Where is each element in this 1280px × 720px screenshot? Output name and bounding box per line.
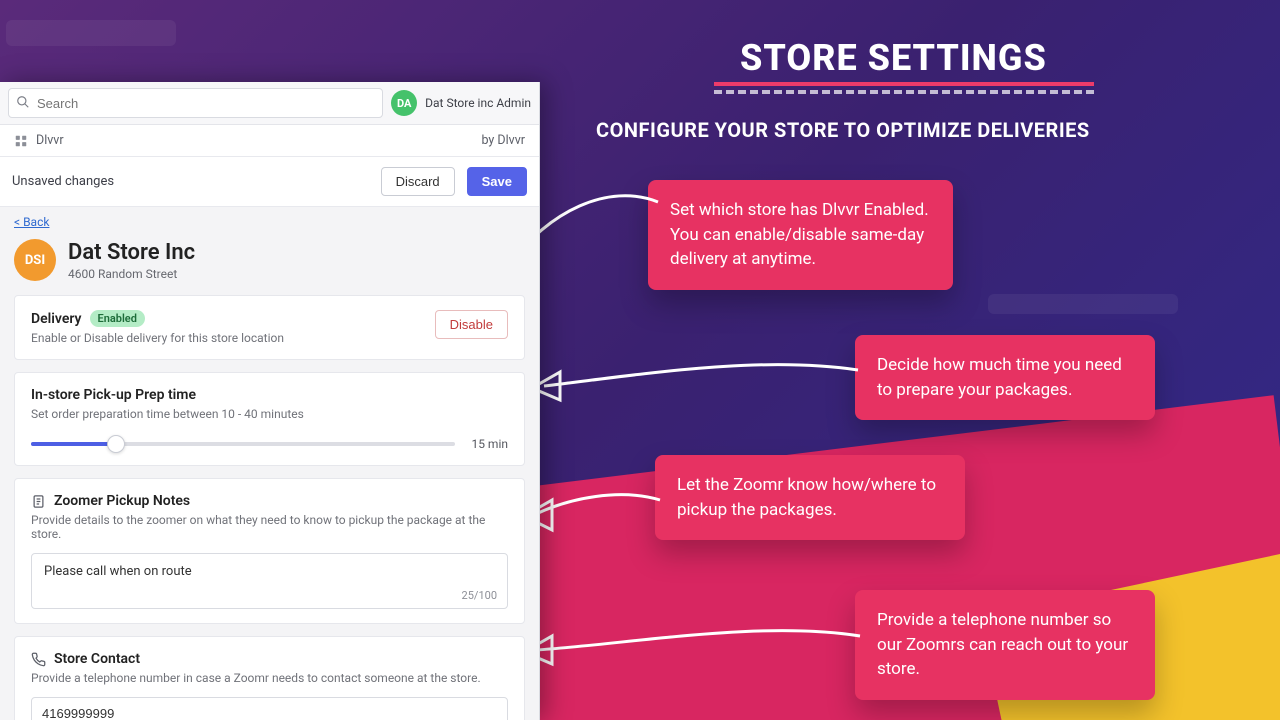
search-box [8,88,383,118]
app-title-row: Dlvvr by Dlvvr [0,125,539,157]
pickup-notes-card: Zoomer Pickup Notes Provide details to t… [14,478,525,624]
store-header: DSI Dat Store Inc 4600 Random Street [0,229,539,295]
decorative-skeleton-bar [6,20,176,46]
decorative-skeleton-bar [988,294,1178,314]
pickup-notes-input[interactable]: Please call when on route 25/100 [31,553,508,609]
delivery-status-badge: Enabled [90,310,145,327]
callout-prep-time: Decide how much time you need to prepare… [855,335,1155,420]
app-name: Dlvvr [36,133,64,148]
app-icon [14,134,28,148]
prep-time-card: In-store Pick-up Prep time Set order pre… [14,372,525,466]
account-avatar[interactable]: DA [391,90,417,116]
unsaved-label: Unsaved changes [12,174,114,189]
notes-title: Zoomer Pickup Notes [54,493,190,509]
app-byline: by Dlvvr [481,133,525,148]
discard-button[interactable]: Discard [381,167,455,196]
topbar: DA Dat Store inc Admin [0,82,539,125]
notes-desc: Provide details to the zoomer on what th… [31,513,508,541]
store-contact-card: Store Contact Provide a telephone number… [14,636,525,720]
pickup-notes-value: Please call when on route [44,564,192,579]
slider-thumb[interactable] [107,435,125,453]
admin-panel: DA Dat Store inc Admin Dlvvr by Dlvvr Un… [0,82,540,720]
store-address: 4600 Random Street [68,267,195,281]
prep-time-readout: 15 min [471,437,508,451]
store-phone-input[interactable] [31,697,508,720]
hero-subtitle: CONFIGURE YOUR STORE TO OPTIMIZE DELIVER… [596,118,1090,142]
slider-fill [31,442,116,446]
callout-store-contact: Provide a telephone number so our Zoomrs… [855,590,1155,700]
search-input[interactable] [8,88,383,118]
contact-title: Store Contact [54,651,140,667]
note-icon [31,494,46,509]
delivery-desc: Enable or Disable delivery for this stor… [31,331,284,345]
delivery-card: Delivery Enabled Enable or Disable deliv… [14,295,525,360]
contact-desc: Provide a telephone number in case a Zoo… [31,671,508,685]
hero-underline-dashed [714,90,1094,94]
prep-time-slider[interactable] [31,442,455,446]
store-name: Dat Store Inc [68,240,195,265]
store-avatar: DSI [14,239,56,281]
char-counter: 25/100 [462,589,497,602]
prep-desc: Set order preparation time between 10 - … [31,407,508,421]
disable-delivery-button[interactable]: Disable [435,310,508,339]
phone-icon [31,652,46,667]
delivery-title: Delivery [31,311,82,327]
callout-delivery-toggle: Set which store has Dlvvr Enabled. You c… [648,180,953,290]
search-icon [16,95,30,109]
account-name[interactable]: Dat Store inc Admin [425,96,531,110]
hero-underline [714,82,1094,86]
hero-title: STORE SETTINGS [740,37,1047,79]
back-link[interactable]: < Back [0,207,539,229]
callout-pickup-notes: Let the Zoomr know how/where to pickup t… [655,455,965,540]
unsaved-changes-bar: Unsaved changes Discard Save [0,157,539,207]
prep-title: In-store Pick-up Prep time [31,387,508,403]
save-button[interactable]: Save [467,167,527,196]
